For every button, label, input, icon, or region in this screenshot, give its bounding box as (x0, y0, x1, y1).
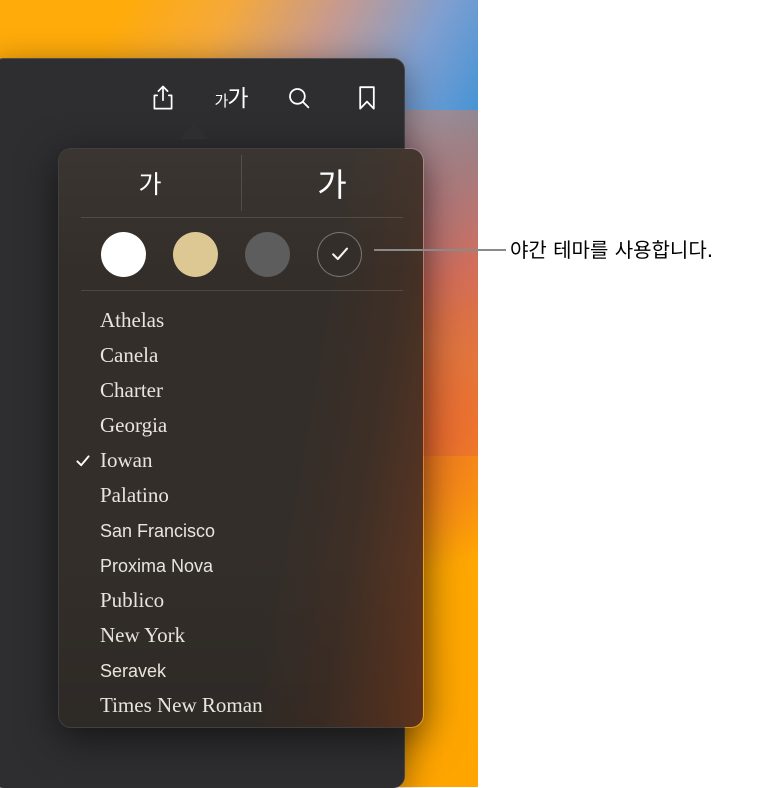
font-item-publico[interactable]: Publico (59, 583, 423, 618)
font-item-label: Iowan (100, 448, 153, 472)
font-item-label: Publico (100, 588, 165, 612)
font-item-label: New York (100, 623, 186, 647)
font-list: Athelas Canela Charter Georgia Iowan Pal… (59, 297, 423, 723)
theme-swatch-row (59, 218, 423, 290)
font-item-athelas[interactable]: Athelas (59, 303, 423, 338)
font-item-proxima-nova[interactable]: Proxima Nova (59, 548, 423, 583)
theme-gray-swatch[interactable] (245, 231, 290, 277)
font-size-tabs: 가 가 (59, 149, 423, 217)
increase-font-size-button[interactable]: 가 (241, 149, 423, 217)
theme-night-swatch[interactable] (317, 231, 362, 277)
font-item-iowan[interactable]: Iowan (59, 443, 423, 478)
decrease-font-size-label: 가 (138, 171, 162, 199)
font-item-label: Proxima Nova (100, 555, 214, 576)
appearance-popover: 가 가 Athelas Canela Charter Georgia Iowan… (58, 148, 424, 728)
check-icon (331, 247, 348, 261)
font-item-label: Charter (100, 378, 163, 402)
font-item-label: San Francisco (100, 520, 216, 541)
increase-font-size-label: 가 (317, 167, 347, 203)
font-item-seravek[interactable]: Seravek (59, 653, 423, 688)
callout-leader-line (374, 249, 506, 251)
tab-divider (241, 155, 242, 211)
font-item-label: Seravek (100, 660, 167, 681)
font-item-new-york[interactable]: New York (59, 618, 423, 653)
bookmark-icon[interactable] (352, 81, 382, 115)
themes-separator (81, 290, 403, 291)
decrease-font-size-button[interactable]: 가 (59, 149, 241, 217)
font-size-big-label: 가 (227, 84, 248, 111)
share-icon[interactable] (148, 81, 178, 115)
font-item-times-new-roman[interactable]: Times New Roman (59, 688, 423, 723)
theme-sepia-swatch[interactable] (173, 231, 218, 277)
font-item-georgia[interactable]: Georgia (59, 408, 423, 443)
font-item-label: Canela (100, 343, 159, 367)
font-item-label: Georgia (100, 413, 168, 437)
font-item-charter[interactable]: Charter (59, 373, 423, 408)
callout-label: 야간 테마를 사용합니다. (510, 238, 714, 262)
font-item-san-francisco[interactable]: San Francisco (59, 513, 423, 548)
font-item-canela[interactable]: Canela (59, 338, 423, 373)
font-item-label: Palatino (100, 483, 169, 507)
theme-white-swatch[interactable] (101, 231, 146, 277)
font-item-palatino[interactable]: Palatino (59, 478, 423, 513)
font-item-label: Times New Roman (100, 693, 263, 717)
popover-arrow (180, 122, 208, 139)
search-icon[interactable] (284, 81, 314, 115)
font-item-label: Athelas (100, 308, 165, 332)
check-icon (76, 454, 90, 466)
font-size-small-label: 가 (214, 92, 229, 110)
font-size-aa-icon[interactable]: 가가 (214, 81, 249, 115)
